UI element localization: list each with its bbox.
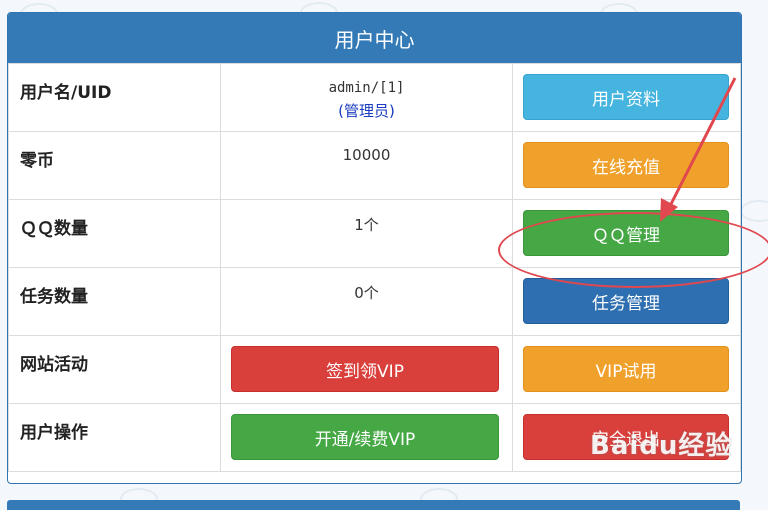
row-label: 用户操作 (8, 403, 221, 472)
row-label: 任务数量 (8, 267, 221, 336)
table-row: 零币 10000 在线充值 (8, 131, 741, 200)
user-role-link[interactable]: (管理员) (221, 100, 512, 121)
row-label: 用户名/UID (8, 63, 221, 132)
vip-trial-button[interactable]: VIP试用 (523, 346, 729, 392)
user-info-table: 用户名/UID admin/[1] (管理员) 用户资料 零币 10000 在线… (8, 63, 741, 472)
row-label: 零币 (8, 131, 221, 200)
row-label: ＱＱ数量 (8, 199, 221, 268)
user-center-panel: 用户中心 用户名/UID admin/[1] (管理员) 用户资料 零币 100… (7, 12, 742, 484)
checkin-vip-button[interactable]: 签到领VIP (231, 346, 499, 392)
coin-balance-value: 10000 (220, 131, 513, 200)
qq-count-value: 1个 (220, 199, 513, 268)
panel-title: 用户中心 (8, 13, 741, 63)
qq-management-button[interactable]: ＱＱ管理 (523, 210, 729, 256)
username-uid-value: admin/[1] (328, 80, 405, 96)
background-pattern (740, 200, 768, 222)
task-management-button[interactable]: 任务管理 (523, 278, 729, 324)
row-label: 网站活动 (8, 335, 221, 404)
table-row: 网站活动 签到领VIP VIP试用 (8, 335, 741, 404)
next-panel-header (7, 500, 740, 510)
online-recharge-button[interactable]: 在线充值 (523, 142, 729, 188)
table-row: 任务数量 0个 任务管理 (8, 267, 741, 336)
renew-vip-button[interactable]: 开通/续费VIP (231, 414, 499, 460)
table-row: 用户名/UID admin/[1] (管理员) 用户资料 (8, 63, 741, 132)
task-count-value: 0个 (220, 267, 513, 336)
table-row: ＱＱ数量 1个 ＱＱ管理 (8, 199, 741, 268)
user-profile-button[interactable]: 用户资料 (523, 74, 729, 120)
baidu-jingyan-watermark: Baidu经验 (590, 431, 733, 461)
